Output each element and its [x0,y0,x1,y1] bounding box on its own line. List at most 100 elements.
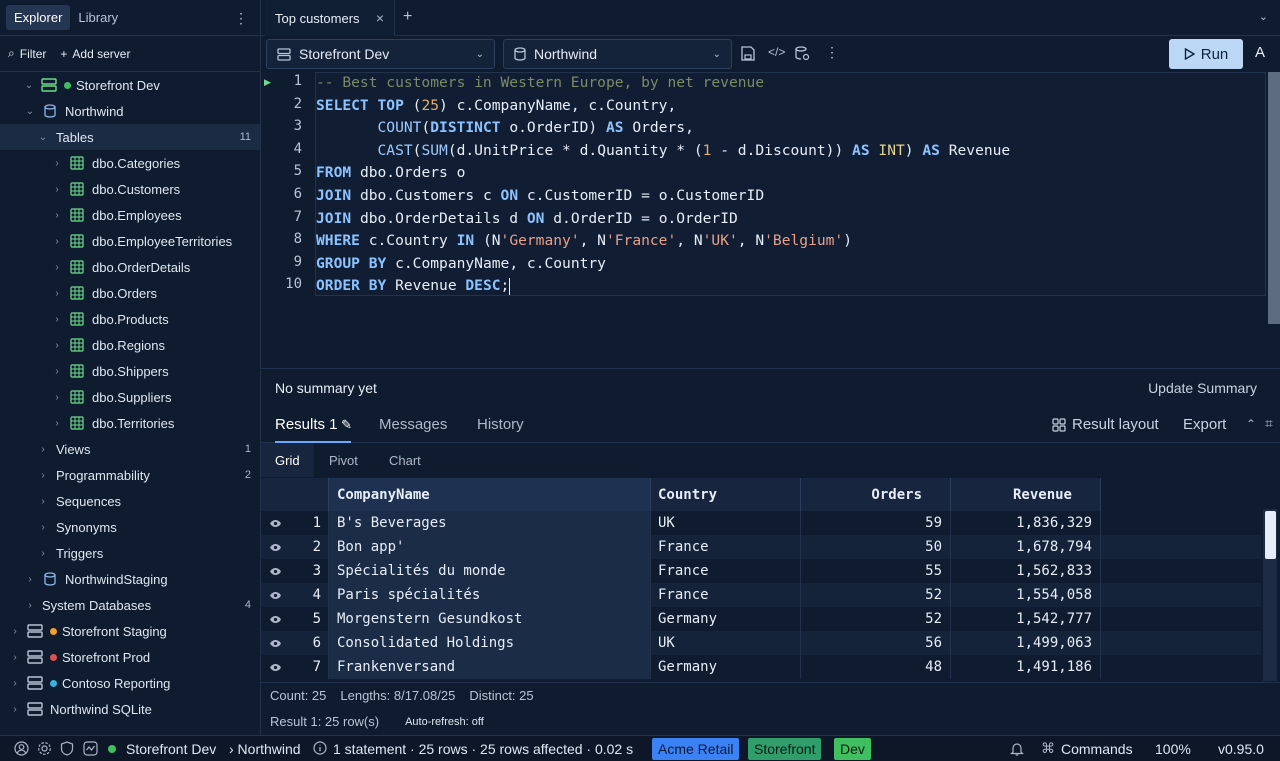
eye-icon[interactable] [261,655,289,679]
filter-button[interactable]: ⌕ Filter [8,46,46,61]
run-marker-icon[interactable]: ▶ [264,77,271,88]
cell-orders[interactable]: 50 [801,535,951,559]
eye-icon[interactable] [261,583,289,607]
code-area[interactable]: -- Best customers in Western Europe, by … [315,72,1266,296]
tree-table-item[interactable]: › dbo.Products [0,306,260,332]
chevron-right-icon[interactable]: › [10,704,20,715]
chevron-right-icon[interactable]: › [38,522,48,533]
eye-icon[interactable] [261,511,289,535]
chip-dev[interactable]: Dev [834,738,871,760]
eye-icon[interactable] [261,631,289,655]
chevron-right-icon[interactable]: › [38,548,48,559]
eye-icon[interactable] [261,535,289,559]
tree-server-storefront-dev[interactable]: ⌄ Storefront Dev [0,72,260,98]
export-button[interactable]: Export [1183,416,1226,433]
chevron-right-icon[interactable]: › [52,158,62,169]
database-settings-icon[interactable] [795,46,810,61]
tree-folder-synonyms[interactable]: › Synonyms [0,514,260,540]
chevron-right-icon[interactable]: › [52,392,62,403]
table-row[interactable]: 4 Paris spécialités France 52 1,554,058 [261,583,1261,607]
edit-icon[interactable]: ✎ [338,417,352,432]
database-select[interactable]: Northwind ⌄ [503,39,732,69]
add-server-button[interactable]: + Add server [60,47,130,61]
cell-orders[interactable]: 56 [801,631,951,655]
code-line[interactable]: FROM dbo.Orders o [316,162,465,184]
new-tab-icon[interactable]: + [403,8,412,26]
tree-server-storefront-staging[interactable]: › Storefront Staging [0,618,260,644]
more-menu-icon[interactable]: ⋮ [234,10,248,27]
tree-table-item[interactable]: › dbo.Customers [0,176,260,202]
tab-grid[interactable]: Grid [261,443,314,477]
cell-companyname[interactable]: Spécialités du monde [329,559,651,583]
tree-table-item[interactable]: › dbo.Territories [0,410,260,436]
editor-scrollbar[interactable] [1268,72,1280,324]
chip-acme-retail[interactable]: Acme Retail [652,738,740,760]
cell-country[interactable]: France [651,535,801,559]
cell-revenue[interactable]: 1,491,186 [951,655,1101,679]
chevron-right-icon[interactable]: › [38,496,48,507]
table-row[interactable]: 2 Bon app' France 50 1,678,794 [261,535,1261,559]
result-layout-button[interactable]: Result layout [1052,416,1159,433]
chevron-right-icon[interactable]: › [52,210,62,221]
tab-library[interactable]: Library [70,5,126,30]
status-connection[interactable]: Storefront Dev [126,741,216,757]
tree-folder-system-databases[interactable]: › System Databases 4 [0,592,260,618]
tree-table-item[interactable]: › dbo.Suppliers [0,384,260,410]
chevron-right-icon[interactable]: › [52,314,62,325]
tree-db-northwindstaging[interactable]: › NorthwindStaging [0,566,260,592]
chevron-right-icon[interactable]: › [52,418,62,429]
tree-folder-views[interactable]: › Views 1 [0,436,260,462]
results-grid[interactable]: CompanyName Country Orders Revenue 1 B's … [261,477,1280,682]
chevron-down-icon[interactable]: ⌄ [1259,10,1268,23]
tree-folder-tables[interactable]: ⌄ Tables 11 [0,124,260,150]
auto-refresh-toggle[interactable]: Auto-refresh: off [405,716,484,728]
run-button[interactable]: Run [1169,39,1243,69]
chevron-down-icon[interactable]: ⌄ [25,106,35,117]
tree-db-northwind[interactable]: ⌄ Northwind [0,98,260,124]
table-row[interactable]: 6 Consolidated Holdings UK 56 1,499,063 [261,631,1261,655]
cell-revenue[interactable]: 1,499,063 [951,631,1101,655]
cell-country[interactable]: UK [651,511,801,535]
cell-companyname[interactable]: Consolidated Holdings [329,631,651,655]
save-icon[interactable] [740,46,755,61]
column-header-companyname[interactable]: CompanyName [329,478,651,511]
cell-country[interactable]: Germany [651,607,801,631]
zoom-level[interactable]: 100% [1155,741,1191,757]
code-line[interactable]: CAST(SUM(d.UnitPrice * d.Quantity * (1 -… [316,140,1011,162]
column-header-orders[interactable]: Orders [801,478,951,511]
account-icon[interactable] [14,741,29,756]
tab-messages[interactable]: Messages [379,416,447,433]
tab-pivot[interactable]: Pivot [329,443,358,477]
sql-editor[interactable]: 1 2 3 4 5 6 7 8 9 10 ▶ -- Best customers in Weste… [261,72,1280,368]
bell-icon[interactable] [1010,741,1024,756]
code-line[interactable]: SELECT TOP (25) c.CompanyName, c.Country… [316,95,676,117]
tree-folder-triggers[interactable]: › Triggers [0,540,260,566]
code-line[interactable]: WHERE c.Country IN (N'Germany', N'France… [316,230,852,252]
cell-revenue[interactable]: 1,542,777 [951,607,1101,631]
chevron-right-icon[interactable]: › [10,678,20,689]
cell-country[interactable]: Germany [651,655,801,679]
chevron-right-icon[interactable]: › [52,288,62,299]
eye-icon[interactable] [261,559,289,583]
chevron-right-icon[interactable]: › [52,340,62,351]
tree-folder-sequences[interactable]: › Sequences [0,488,260,514]
chevron-right-icon[interactable]: › [52,236,62,247]
chevron-right-icon[interactable]: › [10,652,20,663]
table-row[interactable]: 3 Spécialités du monde France 55 1,562,833 [261,559,1261,583]
server-select[interactable]: Storefront Dev ⌄ [266,39,495,69]
collapse-up-icon[interactable]: ⌃ [1246,417,1256,431]
code-line[interactable]: ORDER BY Revenue DESC; [316,275,511,297]
activity-icon[interactable] [83,741,98,756]
chip-storefront[interactable]: Storefront [748,738,822,760]
chevron-right-icon[interactable]: › [38,470,48,481]
cell-companyname[interactable]: Morgenstern Gesundkost [329,607,651,631]
shield-icon[interactable] [60,741,74,756]
cell-revenue[interactable]: 1,562,833 [951,559,1101,583]
chevron-right-icon[interactable]: › [38,444,48,455]
code-icon[interactable]: </> [768,45,785,59]
tab-chart[interactable]: Chart [389,443,421,477]
chevron-right-icon[interactable]: › [52,366,62,377]
table-row[interactable]: 5 Morgenstern Gesundkost Germany 52 1,542,77… [261,607,1261,631]
code-line[interactable]: COUNT(DISTINCT o.OrderID) AS Orders, [316,117,694,139]
code-line[interactable]: JOIN dbo.OrderDetails d ON d.OrderID = o… [316,208,738,230]
